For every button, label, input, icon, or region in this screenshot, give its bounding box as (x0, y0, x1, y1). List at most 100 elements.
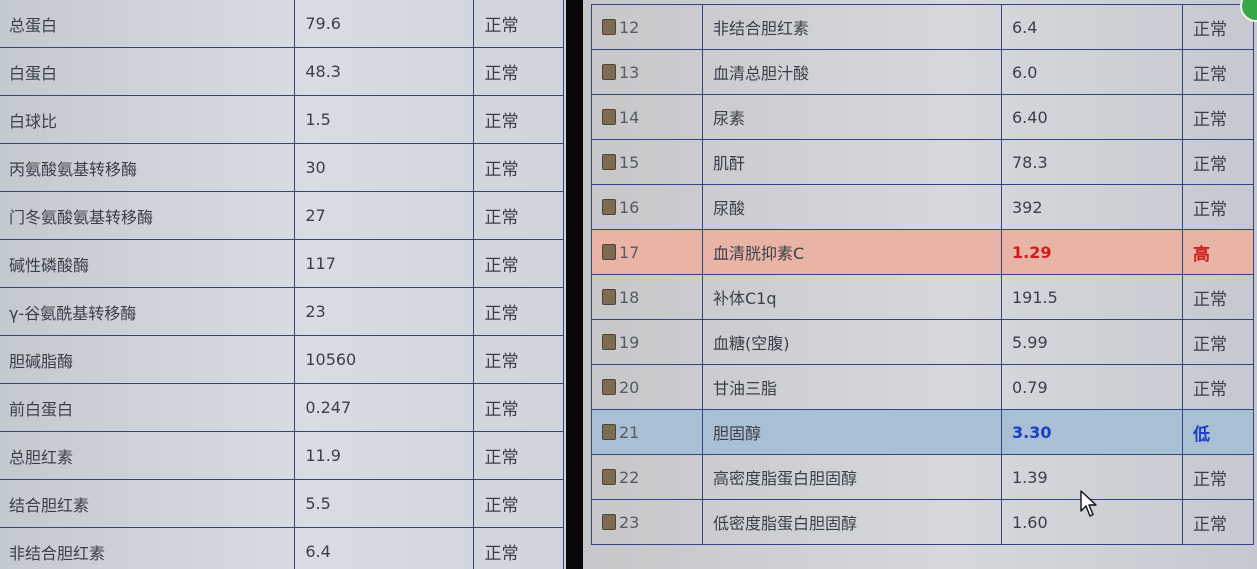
left-results-table: 总蛋白 79.6 正常 白蛋白 48.3 正常 白球比 1.5 正常 丙氨酸氨基转移酶 30 正常 门冬… (0, 0, 564, 569)
table-row: 白蛋白 48.3 正常 (0, 47, 564, 96)
mouse-cursor-icon (1080, 490, 1097, 517)
test-status-cell: 正常 (473, 335, 564, 384)
test-value-cell: 0.79 (1001, 364, 1183, 410)
test-status-cell: 正常 (1182, 184, 1254, 230)
test-name-cell: 尿素 (702, 94, 1002, 140)
test-value-cell: 30 (294, 143, 475, 192)
test-status-cell: 正常 (1182, 139, 1254, 185)
test-status-cell: 正常 (473, 431, 564, 480)
test-name-cell: 白蛋白 (0, 47, 296, 96)
test-status-cell: 正常 (1182, 499, 1254, 545)
table-row: 胆碱脂酶 10560 正常 (0, 335, 564, 384)
table-row: 总胆红素 11.9 正常 (0, 431, 564, 480)
row-number-cell: 16 (591, 184, 703, 230)
right-results-panel: 12 非结合胆红素 6.4 正常 13 血清总胆汁酸 6.0 正常 14 尿素 6.40 正常 15 肌酐… (583, 0, 1257, 569)
checkbox-icon[interactable] (602, 513, 616, 530)
row-number: 18 (619, 287, 640, 307)
test-name-cell: 结合胆红素 (0, 479, 296, 528)
test-value-cell: 5.99 (1001, 319, 1183, 365)
table-row: 总蛋白 79.6 正常 (0, 0, 564, 48)
table-row: 14 尿素 6.40 正常 (591, 94, 1254, 140)
row-number-cell: 17 (591, 229, 703, 275)
test-name-cell: 尿酸 (702, 184, 1002, 230)
table-row: 21 胆固醇 3.30 低 (591, 409, 1254, 455)
test-status-cell: 正常 (1182, 94, 1254, 140)
test-value-cell: 0.247 (294, 383, 475, 432)
test-status-cell: 低 (1182, 409, 1254, 455)
right-results-table: 12 非结合胆红素 6.4 正常 13 血清总胆汁酸 6.0 正常 14 尿素 6.40 正常 15 肌酐… (591, 4, 1254, 545)
test-status-cell: 正常 (473, 383, 564, 432)
test-name-cell: 白球比 (0, 95, 296, 144)
row-number: 16 (619, 197, 640, 217)
test-value-cell: 392 (1001, 184, 1183, 230)
test-name-cell: 总蛋白 (0, 0, 296, 48)
test-status-cell: 正常 (473, 239, 564, 288)
test-name-cell: 低密度脂蛋白胆固醇 (702, 499, 1002, 545)
checkbox-icon[interactable] (602, 243, 616, 260)
table-row: 22 高密度脂蛋白胆固醇 1.39 正常 (591, 454, 1254, 500)
row-number-cell: 14 (591, 94, 703, 140)
table-row: 17 血清胱抑素C 1.29 高 (591, 229, 1254, 275)
photo-divider (566, 0, 583, 569)
test-status-cell: 正常 (1182, 49, 1254, 95)
row-number: 22 (619, 467, 640, 487)
row-number-cell: 21 (591, 409, 703, 455)
test-name-cell: 非结合胆红素 (702, 4, 1002, 50)
test-status-cell: 正常 (1182, 274, 1254, 320)
row-number-cell: 12 (591, 4, 703, 50)
test-status-cell: 正常 (473, 47, 564, 96)
test-name-cell: 总胆红素 (0, 431, 296, 480)
table-row: 15 肌酐 78.3 正常 (591, 139, 1254, 185)
test-value-cell: 6.40 (1001, 94, 1183, 140)
checkbox-icon[interactable] (602, 18, 616, 35)
test-name-cell: 碱性磷酸酶 (0, 239, 296, 288)
checkbox-icon[interactable] (602, 198, 616, 215)
row-number-cell: 23 (591, 499, 703, 545)
test-status-cell: 正常 (473, 287, 564, 336)
test-status-cell: 正常 (1182, 319, 1254, 365)
row-number-cell: 20 (591, 364, 703, 410)
test-value-cell: 23 (294, 287, 475, 336)
row-number: 21 (619, 422, 640, 442)
checkbox-icon[interactable] (602, 378, 616, 395)
checkbox-icon[interactable] (602, 288, 616, 305)
test-name-cell: 门冬氨酸氨基转移酶 (0, 191, 296, 240)
test-value-cell: 10560 (294, 335, 475, 384)
table-row: 16 尿酸 392 正常 (591, 184, 1254, 230)
test-value-cell: 191.5 (1001, 274, 1183, 320)
row-number-cell: 13 (591, 49, 703, 95)
table-row: γ-谷氨酰基转移酶 23 正常 (0, 287, 564, 336)
row-number: 13 (619, 62, 640, 82)
test-value-cell: 48.3 (294, 47, 475, 96)
table-row: 18 补体C1q 191.5 正常 (591, 274, 1254, 320)
test-name-cell: 甘油三脂 (702, 364, 1002, 410)
row-number-cell: 15 (591, 139, 703, 185)
test-name-cell: 丙氨酸氨基转移酶 (0, 143, 296, 192)
table-row: 20 甘油三脂 0.79 正常 (591, 364, 1254, 410)
test-name-cell: 高密度脂蛋白胆固醇 (702, 454, 1002, 500)
test-name-cell: 补体C1q (702, 274, 1002, 320)
test-status-cell: 正常 (473, 143, 564, 192)
table-row: 结合胆红素 5.5 正常 (0, 479, 564, 528)
checkbox-icon[interactable] (602, 108, 616, 125)
test-status-cell: 正常 (473, 191, 564, 240)
test-value-cell: 1.29 (1001, 229, 1183, 275)
table-row: 19 血糖(空腹) 5.99 正常 (591, 319, 1254, 365)
table-row: 非结合胆红素 6.4 正常 (0, 527, 564, 569)
test-status-cell: 正常 (473, 0, 564, 48)
row-number: 19 (619, 332, 640, 352)
test-name-cell: 血糖(空腹) (702, 319, 1002, 365)
test-name-cell: 胆固醇 (702, 409, 1002, 455)
test-value-cell: 117 (294, 239, 475, 288)
row-number-cell: 19 (591, 319, 703, 365)
table-row: 12 非结合胆红素 6.4 正常 (591, 4, 1254, 50)
table-row: 前白蛋白 0.247 正常 (0, 383, 564, 432)
checkbox-icon[interactable] (602, 63, 616, 80)
checkbox-icon[interactable] (602, 153, 616, 170)
row-number: 20 (619, 377, 640, 397)
test-status-cell: 正常 (473, 527, 564, 569)
test-value-cell: 1.5 (294, 95, 475, 144)
checkbox-icon[interactable] (602, 423, 616, 440)
checkbox-icon[interactable] (602, 333, 616, 350)
checkbox-icon[interactable] (602, 468, 616, 485)
